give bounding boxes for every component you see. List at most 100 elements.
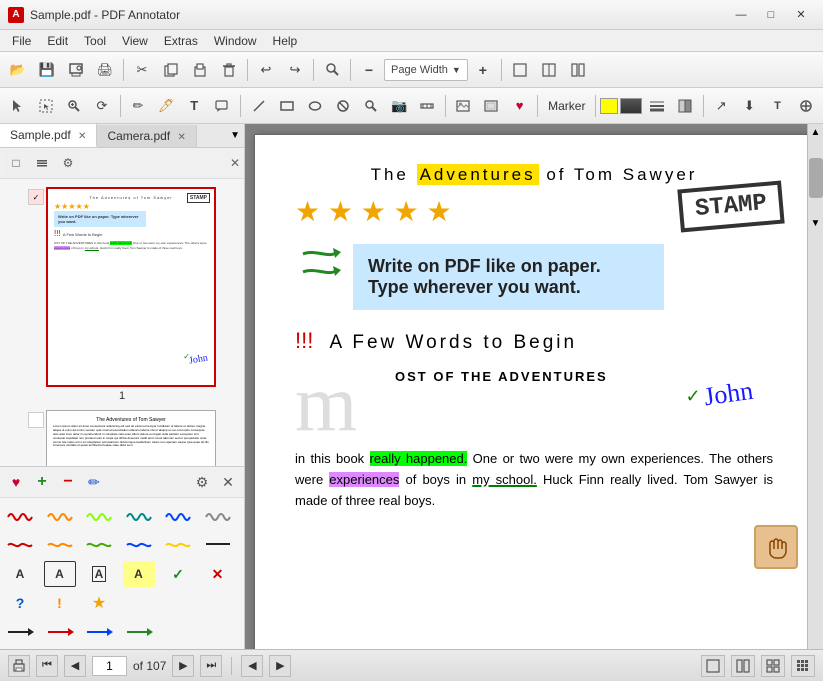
nav-back-btn[interactable]: ◀ [241, 655, 263, 677]
panel-config-btn[interactable] [30, 151, 54, 175]
menu-view[interactable]: View [114, 32, 156, 50]
anno-wave-orange[interactable] [44, 501, 76, 527]
anno-q-blue[interactable]: ? [4, 590, 36, 616]
rect-tool[interactable] [273, 92, 300, 120]
tab-camera-pdf[interactable]: Camera.pdf ✕ [97, 125, 196, 147]
anno-close-btn[interactable]: ✕ [216, 470, 240, 494]
pen-tool[interactable]: ✏ [124, 92, 151, 120]
pdf-scrollbar[interactable]: ▲ ▼ [807, 124, 823, 649]
anno-text-plain[interactable]: A [4, 561, 36, 587]
pointer-tool[interactable] [4, 92, 31, 120]
nav-print-btn[interactable] [8, 655, 30, 677]
zoom-out-button[interactable]: − [355, 56, 383, 84]
anno-arrow-green[interactable] [123, 619, 155, 645]
tab-sample-pdf[interactable]: Sample.pdf ✕ [0, 124, 97, 147]
camera-tool[interactable]: 📷 [386, 92, 413, 120]
zoom-in-button[interactable]: + [469, 56, 497, 84]
anno-star-yellow[interactable]: ★ [83, 590, 115, 616]
arrow-tool-up[interactable]: ↗ [708, 92, 735, 120]
anno-wave-red[interactable] [4, 501, 36, 527]
anno-wave2-blue[interactable] [123, 531, 155, 557]
panel-close-btn[interactable]: ✕ [230, 156, 240, 170]
anno-arrow-red[interactable] [44, 619, 76, 645]
menu-extras[interactable]: Extras [156, 32, 206, 50]
anno-check-green[interactable]: ✓ [162, 561, 194, 587]
view-mode2-button[interactable] [535, 56, 563, 84]
anno-wave2-red[interactable] [4, 531, 36, 557]
find-button[interactable] [318, 56, 346, 84]
view-btn-1[interactable] [701, 655, 725, 677]
anno-minus-btn[interactable]: − [56, 470, 80, 494]
anno-wave-lime[interactable] [83, 501, 115, 527]
ellipse-tool[interactable] [301, 92, 328, 120]
zoom-tool[interactable] [60, 92, 87, 120]
nav-prev-btn[interactable]: ◀ [64, 655, 86, 677]
anno-pen-btn[interactable]: ✏ [82, 470, 106, 494]
text-search-tool[interactable] [357, 92, 384, 120]
open-button[interactable]: 📂 [4, 56, 32, 84]
arrow-tool-down[interactable]: ⬇ [736, 92, 763, 120]
thumb-checkbox-1[interactable]: ✓ [28, 189, 44, 205]
anno-x-red[interactable]: ✕ [202, 561, 234, 587]
view-btn-4[interactable] [791, 655, 815, 677]
rotate-tool[interactable]: ⟳ [88, 92, 115, 120]
undo-button[interactable]: ↩ [252, 56, 280, 84]
anno-exclaim-orange[interactable]: ! [44, 590, 76, 616]
anno-text-box[interactable]: A [44, 561, 76, 587]
paste-button[interactable] [186, 56, 214, 84]
panel-new-btn[interactable]: □ [4, 151, 28, 175]
print-preview-button[interactable] [62, 56, 90, 84]
select-tool[interactable] [32, 92, 59, 120]
erase-tool[interactable] [329, 92, 356, 120]
scroll-up-btn[interactable]: ▲ [808, 124, 823, 138]
print-button[interactable]: 🖨 [91, 56, 119, 84]
nav-next-btn[interactable]: ▶ [172, 655, 194, 677]
thumb-page-1[interactable]: ✓ The Adventures of Tom Sawyer STAMP ★★★… [8, 187, 236, 402]
opacity-btn[interactable] [672, 92, 699, 120]
delete-button[interactable] [215, 56, 243, 84]
maximize-button[interactable]: □ [757, 5, 785, 25]
anno-text-outline[interactable]: A [83, 561, 115, 587]
anno-line-dark[interactable] [202, 531, 234, 557]
menu-file[interactable]: File [4, 32, 39, 50]
scroll-down-btn[interactable]: ▼ [808, 218, 823, 229]
anno-settings-btn[interactable]: ⚙ [190, 470, 214, 494]
tab-close-camera[interactable]: ✕ [177, 132, 185, 143]
thumb-frame-1[interactable]: The Adventures of Tom Sawyer STAMP ★★★★★… [46, 187, 216, 387]
menu-tool[interactable]: Tool [76, 32, 114, 50]
minimize-button[interactable]: — [727, 5, 755, 25]
menu-help[interactable]: Help [265, 32, 306, 50]
image-tool[interactable] [450, 92, 477, 120]
anno-heart-btn[interactable]: ♥ [4, 470, 28, 494]
cut-button[interactable]: ✂ [128, 56, 156, 84]
anno-wave2-yellow[interactable] [162, 531, 194, 557]
callout-tool[interactable] [209, 92, 236, 120]
panel-settings-btn[interactable]: ⚙ [56, 151, 80, 175]
view-mode1-button[interactable] [506, 56, 534, 84]
thumb-frame-2[interactable]: The Adventures of Tom Sawyer Lorem ipsum… [46, 410, 216, 466]
nav-forward-btn[interactable]: ▶ [269, 655, 291, 677]
anno-wave-gray[interactable] [202, 501, 234, 527]
thumb-page-2[interactable]: The Adventures of Tom Sawyer Lorem ipsum… [8, 410, 236, 466]
anno-text-yellow[interactable]: A [123, 561, 155, 587]
tab-close-sample[interactable]: ✕ [78, 131, 86, 142]
copy-button[interactable] [157, 56, 185, 84]
scroll-thumb[interactable] [809, 158, 823, 198]
measure-tool[interactable] [414, 92, 441, 120]
width-btn[interactable] [643, 92, 670, 120]
marker-tool[interactable]: 🖊 [153, 92, 180, 120]
menu-edit[interactable]: Edit [39, 32, 76, 50]
tab-scroll-btn[interactable]: ▼ [226, 130, 244, 141]
anno-arrow-black[interactable] [4, 619, 36, 645]
page-number-input[interactable] [92, 656, 127, 676]
color-stroke[interactable] [620, 98, 642, 114]
nav-last-btn[interactable]: ⏭ [200, 655, 222, 677]
redo-button[interactable]: ↪ [281, 56, 309, 84]
anno-wave-blue[interactable] [162, 501, 194, 527]
pdf-area[interactable]: The Adventures of Tom Sawyer ★ ★ ★ ★ ★ S… [245, 124, 823, 649]
anno-wave2-orange[interactable] [44, 531, 76, 557]
nav-first-btn[interactable]: ⏮ [36, 655, 58, 677]
heart-tool[interactable]: ♥ [506, 92, 533, 120]
anno-arrow-blue[interactable] [83, 619, 115, 645]
view-btn-2[interactable] [731, 655, 755, 677]
